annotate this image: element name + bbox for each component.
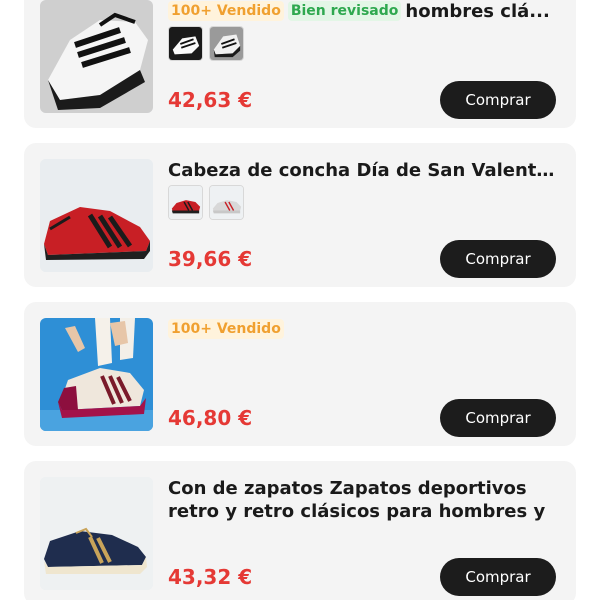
product-price: 46,80 €	[168, 406, 253, 430]
white-red-sneaker-swatch[interactable]	[209, 185, 244, 220]
product-title[interactable]: Con de zapatos Zapatos deportivos retro …	[168, 477, 556, 523]
navy-gold-sneaker-image[interactable]	[40, 477, 153, 590]
well-reviewed-badge: Bien revisado	[287, 1, 402, 21]
white-sneaker-swatch[interactable]	[209, 26, 244, 61]
product-card[interactable]: Con de zapatos Zapatos deportivos retro …	[24, 461, 576, 600]
sold-count-badge: 100+ Vendido	[168, 319, 284, 339]
buy-button[interactable]: Comprar	[440, 399, 556, 437]
buy-button[interactable]: Comprar	[440, 240, 556, 278]
product-price: 42,63 €	[168, 88, 253, 112]
product-card[interactable]: 100+ Vendido Bien revisado hombres clá... …	[24, 0, 576, 128]
product-title[interactable]: 100+ Vendido	[168, 318, 556, 341]
color-swatches	[168, 26, 244, 61]
product-price: 39,66 €	[168, 247, 253, 271]
product-card[interactable]: 100+ Vendido 46,80 € Comprar	[24, 302, 576, 446]
red-sneaker-swatch[interactable]	[168, 185, 203, 220]
product-list: 100+ Vendido Bien revisado hombres clá... …	[0, 0, 600, 600]
buy-button[interactable]: Comprar	[440, 558, 556, 596]
black-white-sneaker-image[interactable]	[40, 0, 153, 113]
red-black-sneaker-image[interactable]	[40, 159, 153, 272]
product-price: 43,32 €	[168, 565, 253, 589]
product-title-text: hombres clá...	[405, 1, 550, 22]
product-title[interactable]: Cabeza de concha Día de San Valent...	[168, 159, 556, 182]
product-title[interactable]: 100+ Vendido Bien revisado hombres clá...	[168, 0, 556, 23]
black-sneaker-swatch[interactable]	[168, 26, 203, 61]
color-swatches	[168, 185, 244, 220]
sold-count-badge: 100+ Vendido	[168, 1, 284, 21]
product-card[interactable]: Cabeza de concha Día de San Valent... 39…	[24, 143, 576, 287]
burgundy-cream-sneaker-image[interactable]	[40, 318, 153, 431]
buy-button[interactable]: Comprar	[440, 81, 556, 119]
